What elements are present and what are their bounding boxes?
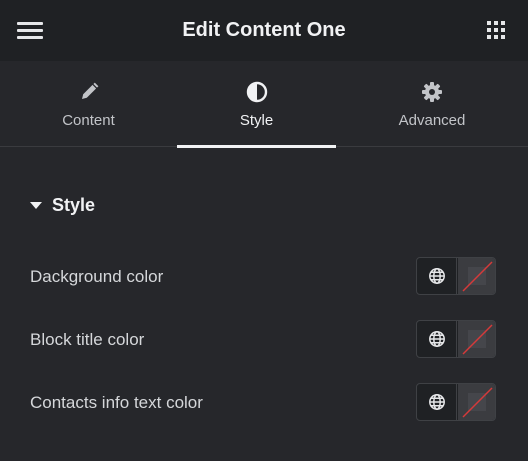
globe-icon[interactable] [417, 258, 457, 294]
caret-down-icon [30, 202, 42, 209]
gear-icon [421, 81, 443, 103]
control-label: Contacts info text color [30, 393, 203, 412]
control-label: Block title color [30, 330, 145, 349]
tab-advanced[interactable]: Advanced [336, 61, 528, 147]
empty-color-swatch[interactable] [458, 321, 495, 357]
color-control [416, 383, 496, 421]
panel-tabs: Content Style Advanced [0, 61, 528, 148]
tab-content[interactable]: Content [0, 61, 177, 147]
control-row-contacts-info-text-color: Contacts info text color [0, 383, 528, 423]
tab-content-label: Content [62, 112, 115, 129]
control-label: Dackground color [30, 267, 164, 286]
tab-style-label: Style [239, 112, 274, 129]
control-row-background-color: Dackground color [0, 257, 528, 297]
empty-color-swatch[interactable] [458, 384, 495, 420]
tab-style[interactable]: Style [177, 61, 336, 148]
color-control [416, 320, 496, 358]
page-title: Edit Content One [182, 19, 346, 41]
section-title: Style [52, 195, 96, 215]
grid-apps-icon[interactable] [487, 21, 507, 41]
pencil-icon [78, 81, 100, 103]
globe-icon[interactable] [417, 321, 457, 357]
empty-color-swatch[interactable] [458, 258, 495, 294]
editor-header: Edit Content One [0, 0, 528, 61]
half-circle-contrast-icon [246, 81, 268, 103]
control-row-block-title-color: Block title color [0, 320, 528, 360]
globe-icon[interactable] [417, 384, 457, 420]
tab-advanced-label: Advanced [398, 112, 466, 129]
color-control [416, 257, 496, 295]
